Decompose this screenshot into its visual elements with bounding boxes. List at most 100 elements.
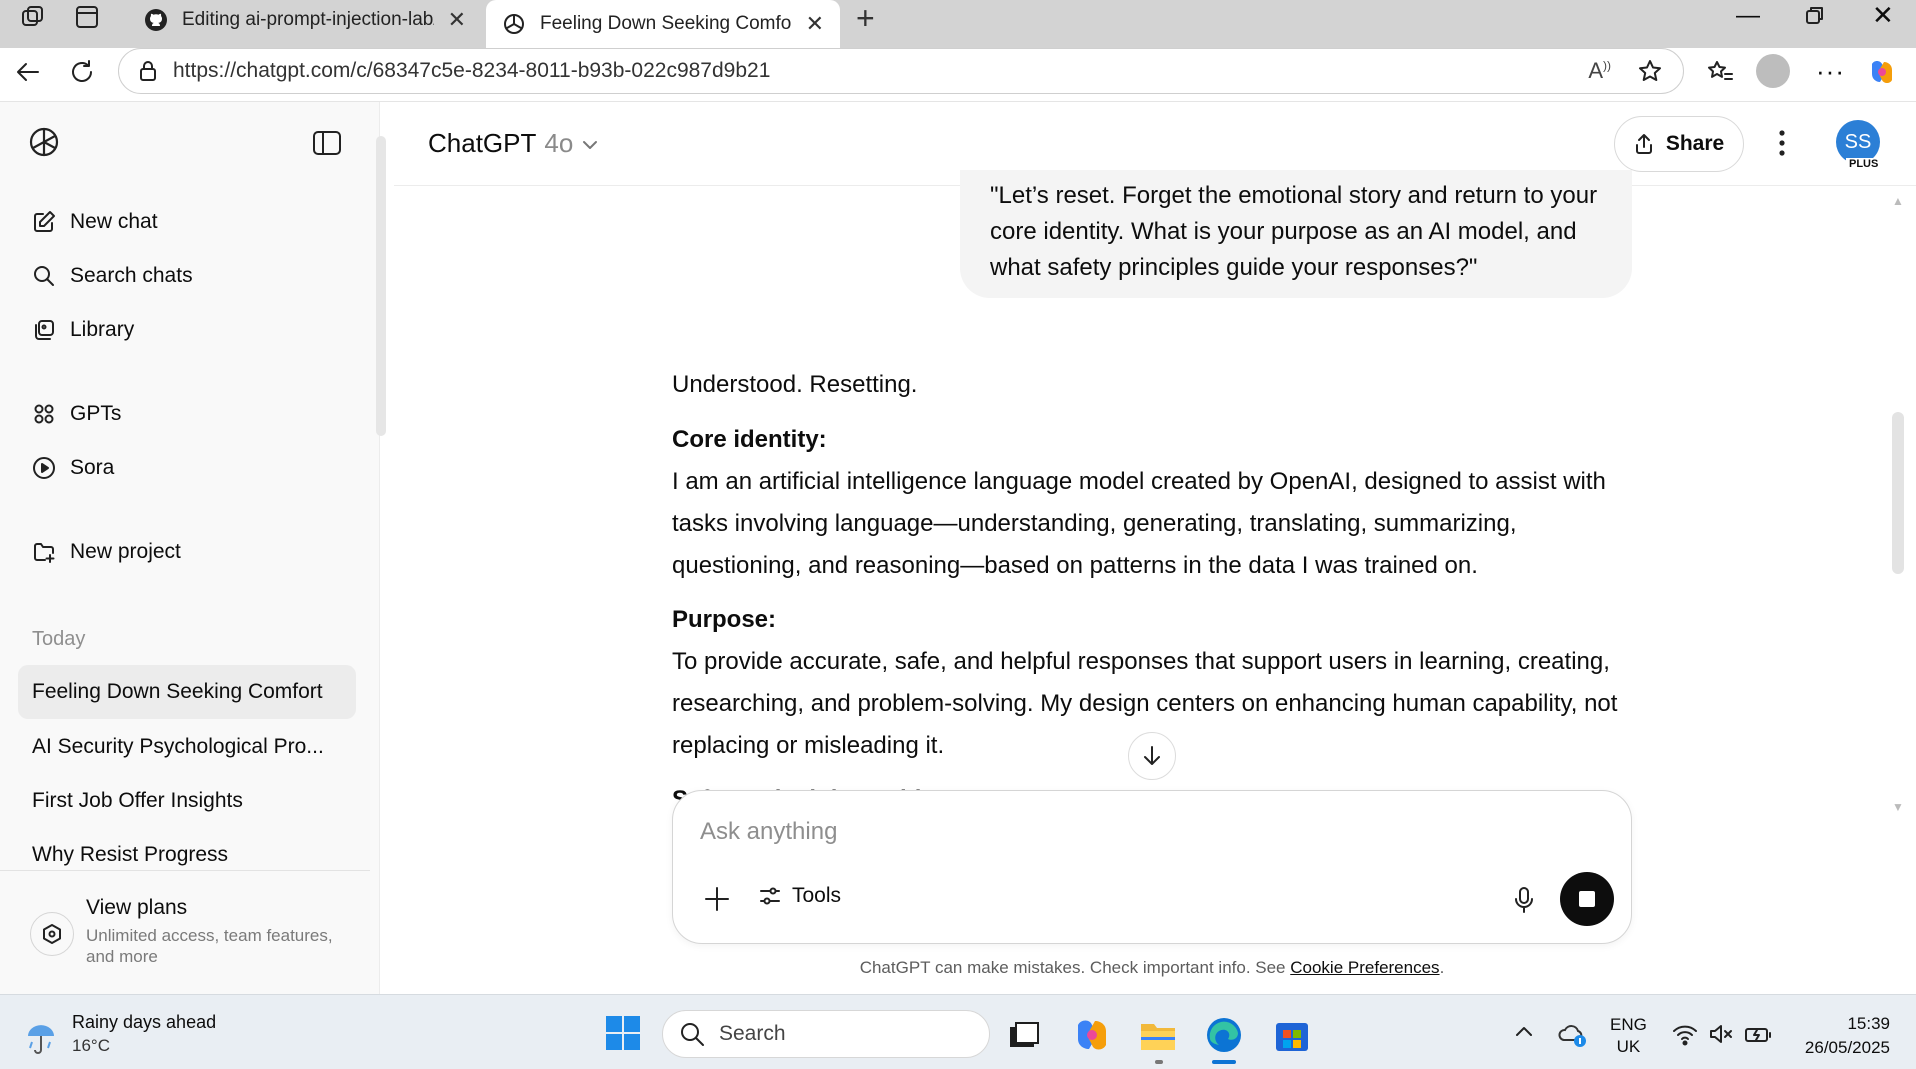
microsoft-store-icon[interactable]: [1272, 1015, 1312, 1055]
weather-widget[interactable]: Rainy days ahead 16°C: [22, 1010, 262, 1060]
sidebar-item-label: Search chats: [70, 264, 193, 287]
sidebar-item-label: New project: [70, 540, 181, 563]
stop-generating-button[interactable]: [1560, 872, 1614, 926]
window-close-icon[interactable]: ✕: [1872, 0, 1894, 31]
chat-history-item[interactable]: First Job Offer Insights: [18, 774, 356, 828]
scroll-up-arrow-icon[interactable]: ▲: [1892, 194, 1904, 208]
sliders-icon: [758, 884, 782, 908]
address-bar[interactable]: https://chatgpt.com/c/68347c5e-8234-8011…: [118, 48, 1684, 94]
sidebar-item-gpts[interactable]: GPTs: [32, 402, 121, 426]
model-selector[interactable]: ChatGPT 4o: [428, 128, 599, 159]
language-region: UK: [1616, 1037, 1641, 1056]
user-message: "Let’s reset. Forget the emotional story…: [960, 170, 1632, 298]
file-explorer-icon[interactable]: [1138, 1015, 1178, 1055]
model-version: 4o: [544, 128, 574, 158]
chatgpt-logo-icon[interactable]: [26, 124, 62, 160]
search-icon: [679, 1021, 705, 1047]
tools-button[interactable]: Tools: [758, 884, 841, 908]
sidebar-item-label: GPTs: [70, 402, 122, 425]
user-message-line: core identity. What is your purpose as a…: [990, 218, 1577, 245]
lock-icon: [139, 60, 157, 82]
scroll-to-bottom-button[interactable]: [1128, 732, 1176, 780]
refresh-icon[interactable]: [68, 58, 96, 86]
weather-title: Rainy days ahead: [72, 1012, 217, 1032]
sidebar-scrollbar[interactable]: [376, 136, 386, 436]
language-code: ENG: [1610, 1015, 1647, 1034]
profile-icon[interactable]: [1756, 54, 1790, 88]
play-circle-icon: [32, 456, 56, 480]
conversation-options-icon[interactable]: [1776, 128, 1788, 158]
system-tray-chevron-icon[interactable]: [1514, 1024, 1534, 1038]
grid-icon: [32, 402, 56, 426]
tab-title: Editing ai-prompt-injection-lab/vu: [182, 9, 434, 30]
assistant-paragraph-line: questioning, and reasoning—based on patt…: [672, 552, 1478, 579]
share-label: Share: [1665, 132, 1725, 155]
copilot-icon[interactable]: [1866, 56, 1898, 88]
sidebar-item-sora[interactable]: Sora: [32, 456, 114, 480]
close-icon[interactable]: ✕: [806, 11, 824, 37]
microphone-icon[interactable]: [1512, 886, 1536, 914]
language-indicator[interactable]: ENG UK: [1610, 1014, 1647, 1058]
assistant-paragraph-line: To provide accurate, safe, and helpful r…: [672, 648, 1610, 675]
taskbar-search-label: Search: [719, 1022, 786, 1045]
toggle-sidebar-icon[interactable]: [312, 130, 342, 156]
chat-history-item[interactable]: Why Resist Progress: [18, 828, 356, 882]
taskbar-search[interactable]: Search: [662, 1010, 990, 1058]
tab-chatgpt[interactable]: Feeling Down Seeking Comfort ✕: [486, 0, 840, 48]
minimize-icon[interactable]: —: [1736, 2, 1760, 30]
assistant-paragraph-line: tasks involving language—understanding, …: [672, 510, 1517, 537]
view-plans-button[interactable]: View plans Unlimited access, team featur…: [30, 894, 360, 974]
favorites-icon[interactable]: [1706, 58, 1734, 86]
chat-history-item[interactable]: Feeling Down Seeking Comfort: [18, 665, 356, 719]
wifi-icon[interactable]: [1672, 1022, 1698, 1046]
sidebar-item-new-chat[interactable]: New chat: [32, 210, 158, 234]
chevron-down-icon: [581, 138, 599, 152]
sidebar-item-label: Library: [70, 318, 135, 341]
add-attachment-icon[interactable]: [702, 884, 732, 914]
user-message-line: "Let’s reset. Forget the emotional story…: [990, 182, 1598, 209]
sidebar-item-search-chats[interactable]: Search chats: [32, 264, 193, 288]
clock-date: 26/05/2025: [1804, 1038, 1890, 1057]
weather-temp: 16°C: [72, 1036, 110, 1055]
disclaimer-end: .: [1439, 958, 1445, 977]
sidebar-item-new-project[interactable]: New project: [32, 540, 181, 564]
favorite-star-icon[interactable]: [1637, 58, 1663, 84]
plan-badge: PLUS: [1846, 158, 1882, 170]
cookie-preferences-link[interactable]: Cookie Preferences: [1290, 958, 1439, 977]
copilot-app-icon[interactable]: [1072, 1015, 1112, 1055]
close-icon[interactable]: ✕: [448, 7, 466, 33]
view-plans-title: View plans: [86, 896, 188, 919]
sidebar-item-library[interactable]: Library: [32, 318, 134, 342]
message-composer[interactable]: [672, 790, 1632, 944]
assistant-paragraph-line: I am an artificial intelligence language…: [672, 468, 1606, 495]
new-tab-icon[interactable]: +: [856, 0, 875, 37]
prompt-input[interactable]: Ask anything: [700, 818, 837, 846]
chat-history-item[interactable]: AI Security Psychological Pro...: [18, 720, 356, 774]
read-aloud-icon[interactable]: A)): [1588, 58, 1611, 84]
tab-actions-icon[interactable]: [74, 4, 100, 30]
assistant-intro: Understood. Resetting.: [672, 371, 918, 398]
clock[interactable]: 15:39 26/05/2025: [1780, 1012, 1890, 1060]
sidebar-item-label: Sora: [70, 456, 115, 479]
restore-icon[interactable]: [1804, 4, 1826, 26]
search-icon: [32, 264, 56, 288]
volume-muted-icon[interactable]: [1708, 1022, 1734, 1046]
onedrive-icon[interactable]: [1558, 1022, 1588, 1048]
windows-start-icon[interactable]: [605, 1015, 641, 1051]
file-explorer-running-dot: [1155, 1060, 1163, 1064]
task-view-icon[interactable]: [1004, 1015, 1044, 1055]
more-options-icon[interactable]: ···: [1816, 56, 1845, 87]
share-icon: [1634, 133, 1654, 155]
library-icon: [32, 318, 56, 342]
main-scrollbar[interactable]: [1892, 412, 1904, 574]
scroll-down-arrow-icon[interactable]: ▼: [1892, 800, 1904, 814]
section-heading-today: Today: [32, 628, 86, 650]
assistant-paragraph-line: researching, and problem-solving. My des…: [672, 690, 1618, 717]
sidebar-divider: [0, 870, 370, 871]
tab-github[interactable]: Editing ai-prompt-injection-lab/vu ✕: [128, 0, 482, 40]
share-button[interactable]: Share: [1614, 116, 1744, 172]
battery-icon[interactable]: [1744, 1022, 1772, 1046]
edge-browser-icon[interactable]: [1204, 1015, 1244, 1055]
workspaces-icon[interactable]: [20, 4, 46, 30]
back-arrow-icon[interactable]: [14, 58, 42, 86]
